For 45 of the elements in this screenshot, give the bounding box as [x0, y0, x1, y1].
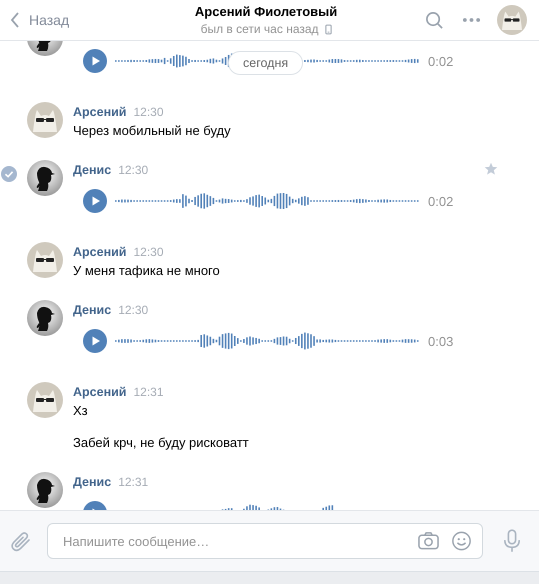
chat-title: Арсений Фиолетовый — [194, 4, 338, 19]
author-name[interactable]: Денис — [73, 163, 112, 177]
play-button[interactable] — [83, 329, 107, 353]
phone-icon — [324, 24, 332, 34]
avatar[interactable] — [27, 382, 63, 418]
author-name[interactable]: Денис — [73, 303, 112, 317]
avatar[interactable] — [27, 242, 63, 278]
message-text: Забей крч, не буду рисковатт — [73, 434, 249, 452]
message-field[interactable]: Напишите сообщение… — [47, 523, 483, 559]
online-status: был в сети час назад — [200, 22, 319, 36]
play-button[interactable] — [83, 49, 107, 73]
author-name[interactable]: Арсений — [73, 245, 126, 259]
message-time: 12:31 — [118, 475, 148, 489]
message-text: Хз — [73, 402, 89, 420]
emoji-icon[interactable] — [451, 531, 472, 551]
avatar[interactable] — [27, 160, 63, 196]
message-time: 12:30 — [134, 245, 164, 259]
waveform[interactable] — [115, 331, 420, 351]
message-time: 12:30 — [134, 105, 164, 119]
more-icon[interactable] — [462, 17, 481, 23]
star-icon[interactable] — [484, 162, 498, 176]
author-name[interactable]: Арсений — [73, 105, 126, 119]
camera-icon[interactable] — [418, 531, 439, 551]
message-input[interactable]: Напишите сообщение… — [61, 532, 406, 550]
search-icon[interactable] — [425, 10, 444, 30]
message-time: 12:31 — [134, 385, 164, 399]
waveform[interactable] — [115, 191, 420, 211]
date-badge: сегодня — [228, 51, 304, 75]
message-time: 12:30 — [118, 303, 148, 317]
check-icon[interactable] — [1, 166, 17, 182]
avatar[interactable] — [27, 300, 63, 336]
back-button[interactable]: Назад — [8, 10, 72, 30]
message-text: Через мобильный не буду — [73, 122, 231, 140]
author-name[interactable]: Денис — [73, 475, 112, 489]
voice-duration: 0:02 — [428, 194, 454, 208]
voice-duration: 0:03 — [428, 334, 454, 348]
play-button[interactable] — [83, 189, 107, 213]
avatar[interactable] — [497, 5, 527, 35]
avatar[interactable] — [27, 472, 63, 508]
message-time: 12:30 — [118, 163, 148, 177]
voice-duration: 0:02 — [428, 54, 454, 68]
author-name[interactable]: Арсений — [73, 385, 126, 399]
avatar[interactable] — [27, 102, 63, 138]
chevron-icon — [10, 12, 20, 28]
message-text: У меня тафика не много — [73, 262, 220, 280]
